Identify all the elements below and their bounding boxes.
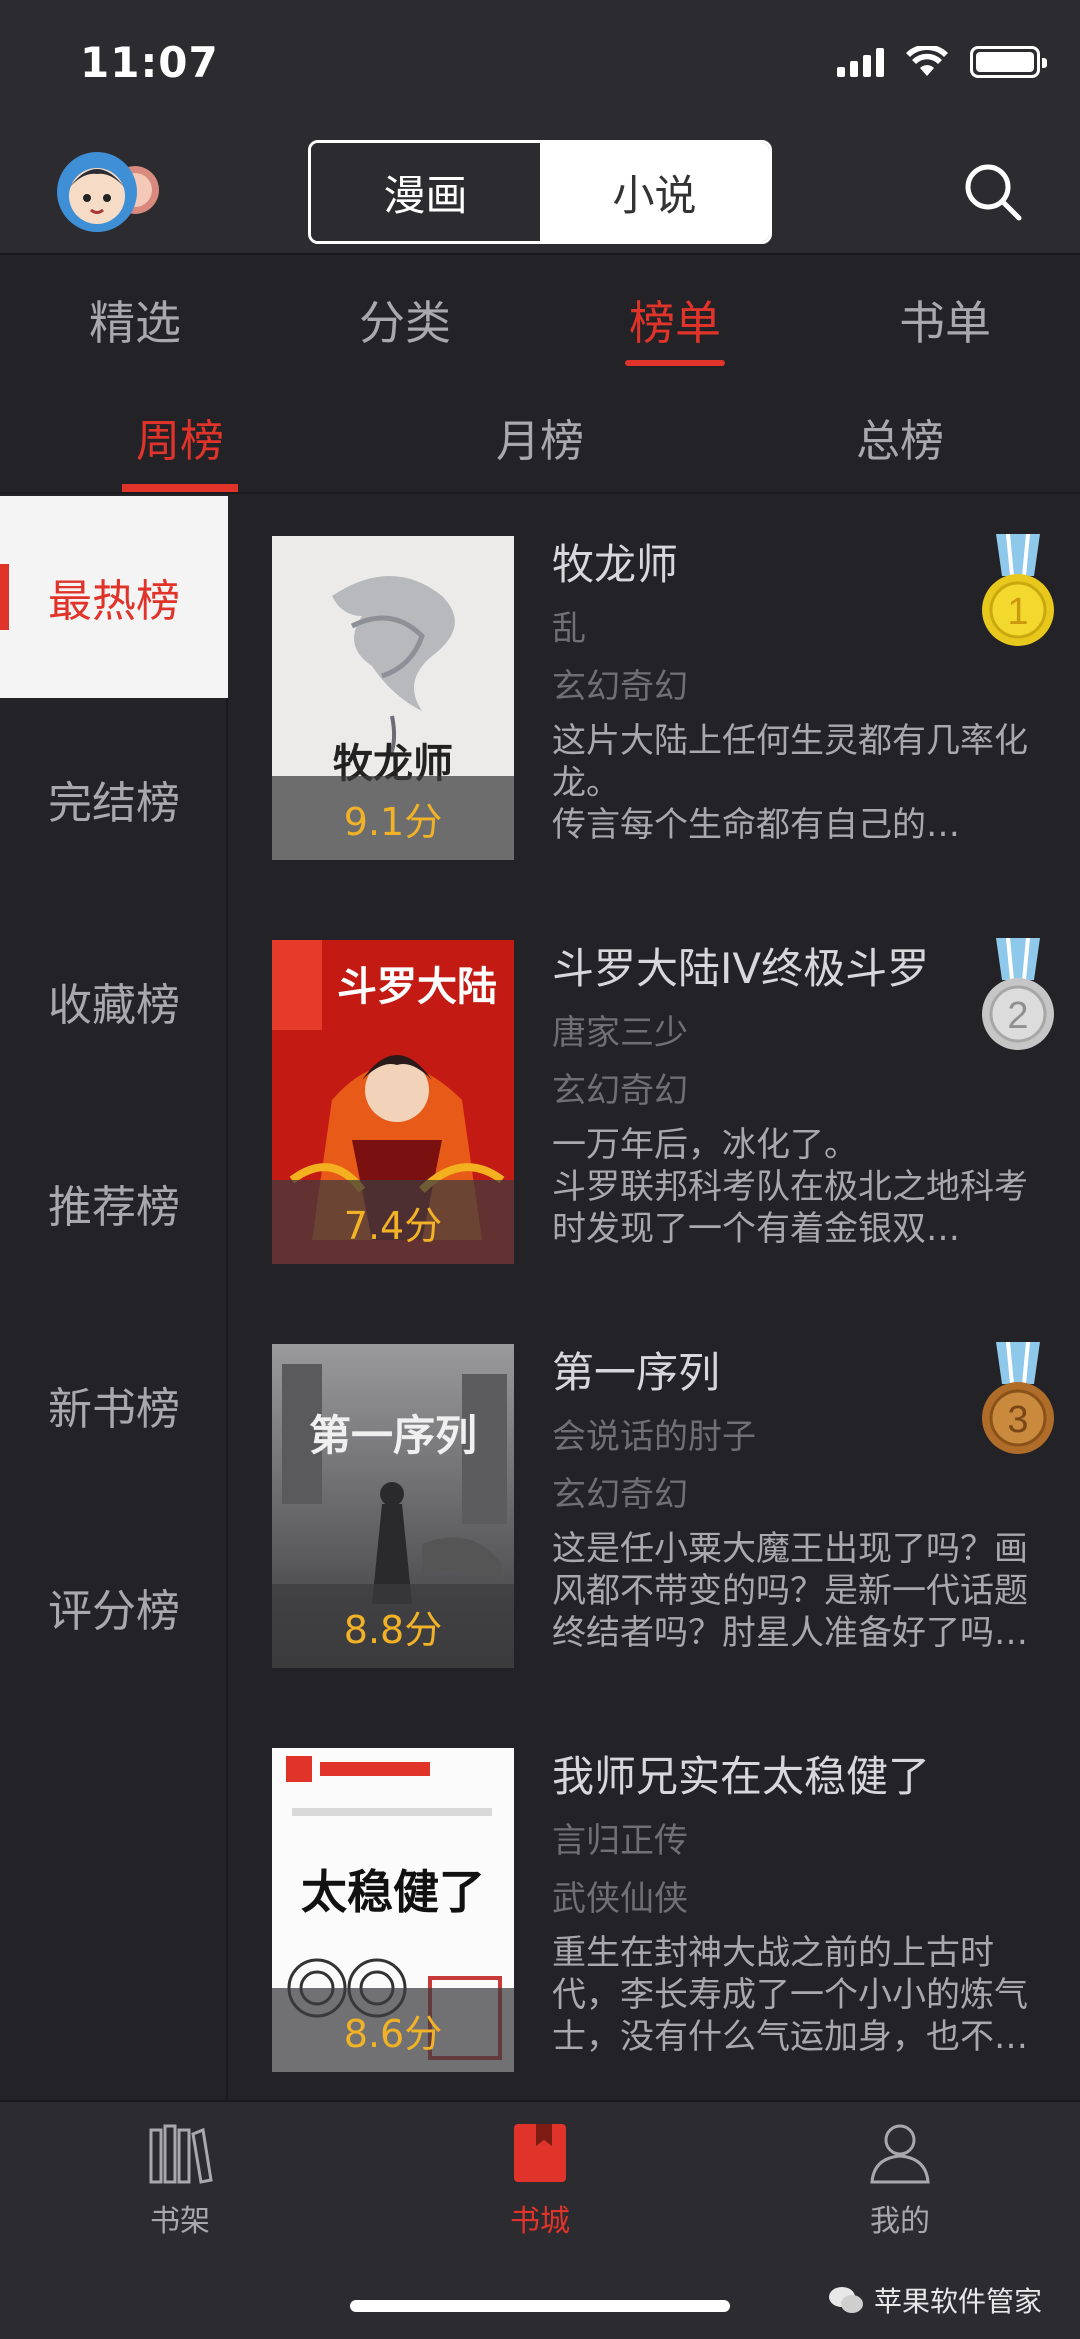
status-time: 11:07 [80, 38, 219, 87]
watermark-text: 苹果软件管家 [873, 2285, 1042, 2318]
book-description: 这是任小粟大魔王出现了吗？画风都不带变的吗？是新一代话题终结者吗？肘星人准备好了… [552, 1529, 1028, 1653]
book-item[interactable]: 斗罗大陆 7.4分 斗罗大陆IV终极斗罗 唐家三少 玄幻奇幻 一万年后，冰化了。… [232, 900, 1080, 1304]
book-score: 8.6分 [272, 1988, 514, 2072]
tab-booklists[interactable]: 书单 [810, 257, 1080, 382]
nav-bookstore[interactable]: 书城 [440, 2122, 640, 2240]
cover-title-text: 斗罗大陆 [337, 963, 497, 1010]
book-item[interactable]: 牧龙师 9.1分 牧龙师 乱 玄幻奇幻 这片大陆上任何生灵都有几率化龙。 传言每… [232, 496, 1080, 900]
book-genre: 玄幻奇幻 [552, 1071, 688, 1111]
segment-novel[interactable]: 小说 [540, 143, 769, 241]
book-genre: 玄幻奇幻 [552, 667, 688, 707]
tab-weekly[interactable]: 周榜 [0, 382, 360, 492]
nav-label: 书架 [150, 2204, 210, 2239]
nav-label: 我的 [870, 2204, 930, 2239]
book-author: 言归正传 [552, 1821, 688, 1861]
book-item[interactable]: 第一序列 8.8分 第一序列 会说话的肘子 玄幻奇幻 这是任小粟大魔王出现了吗？… [232, 1304, 1080, 1708]
book-cover[interactable]: 牧龙师 9.1分 [272, 536, 514, 860]
home-indicator[interactable] [350, 2300, 730, 2312]
book-title: 我师兄实在太稳健了 [552, 1752, 931, 1801]
tab-monthly[interactable]: 月榜 [360, 382, 720, 492]
book-description: 重生在封神大战之前的上古时代，李长寿成了一个小小的炼气士，没有什么气运加身，也不… [552, 1933, 1028, 2057]
cover-title-text: 太稳健了 [301, 1865, 485, 1919]
sidebar-item-rating[interactable]: 评分榜 [0, 1506, 228, 1708]
content-type-toggle[interactable]: 漫画 小说 [308, 140, 772, 244]
main-tabs: 精选 分类 榜单 书单 [0, 257, 1080, 382]
book-genre: 玄幻奇幻 [552, 1475, 688, 1515]
tab-overall[interactable]: 总榜 [720, 382, 1080, 492]
sidebar-item-favorites[interactable]: 收藏榜 [0, 900, 228, 1102]
book-cover[interactable]: 太稳健了 8.6分 [272, 1748, 514, 2072]
wifi-icon [906, 46, 948, 76]
period-tabs: 周榜 月榜 总榜 [0, 382, 1080, 494]
sidebar-item-hottest[interactable]: 最热榜 [0, 496, 228, 698]
search-icon[interactable] [961, 160, 1025, 224]
tab-featured[interactable]: 精选 [0, 257, 270, 382]
silver-medal-icon: 2 [982, 938, 1054, 1050]
book-cover[interactable]: 第一序列 8.8分 [272, 1344, 514, 1668]
gold-medal-icon: 1 [982, 534, 1054, 646]
status-icons [837, 46, 1047, 78]
book-description: 一万年后，冰化了。 斗罗联邦科考队在极北之地科考时发现了一个有着金银双… [552, 1125, 1028, 1249]
nav-bookshelf[interactable]: 书架 [80, 2122, 280, 2240]
battery-icon [970, 46, 1047, 78]
medal-rank: 2 [1007, 995, 1028, 1037]
book-genre: 武侠仙侠 [552, 1879, 688, 1919]
tab-categories[interactable]: 分类 [270, 257, 540, 382]
tab-rankings[interactable]: 榜单 [540, 257, 810, 382]
profile-icon [870, 2124, 930, 2184]
avatar[interactable] [55, 148, 170, 243]
signal-icon [837, 47, 884, 77]
cover-title-text: 第一序列 [308, 1411, 477, 1460]
nav-profile[interactable]: 我的 [800, 2122, 1000, 2240]
bookstore-icon [514, 2124, 566, 2182]
bronze-medal-icon: 3 [982, 1342, 1054, 1454]
watermark: 苹果软件管家 [828, 2280, 1042, 2320]
book-list: 牧龙师 9.1分 牧龙师 乱 玄幻奇幻 这片大陆上任何生灵都有几率化龙。 传言每… [232, 496, 1080, 2100]
wechat-icon [828, 2287, 863, 2313]
bookshelf-icon [149, 2124, 213, 2184]
segment-manga[interactable]: 漫画 [311, 143, 540, 241]
nav-label: 书城 [510, 2204, 570, 2239]
header: 漫画 小说 [0, 130, 1080, 255]
status-bar: 11:07 [0, 0, 1080, 130]
book-score: 8.8分 [272, 1584, 514, 1668]
sidebar-item-completed[interactable]: 完结榜 [0, 698, 228, 900]
medal-rank: 1 [1007, 591, 1028, 633]
book-cover[interactable]: 斗罗大陆 7.4分 [272, 940, 514, 1264]
book-item[interactable]: 太稳健了 8.6分 我师兄实在太稳健了 言归正传 武侠仙侠 重生在封神大战之前的… [232, 1708, 1080, 2100]
book-description: 这片大陆上任何生灵都有几率化龙。 传言每个生命都有自己的… [552, 721, 1028, 845]
sidebar-item-new-books[interactable]: 新书榜 [0, 1304, 228, 1506]
medal-rank: 3 [1007, 1399, 1028, 1441]
book-score: 9.1分 [272, 776, 514, 860]
book-score: 7.4分 [272, 1180, 514, 1264]
sidebar-item-recommended[interactable]: 推荐榜 [0, 1102, 228, 1304]
ranking-sidebar: 最热榜 完结榜 收藏榜 推荐榜 新书榜 评分榜 [0, 496, 228, 2100]
